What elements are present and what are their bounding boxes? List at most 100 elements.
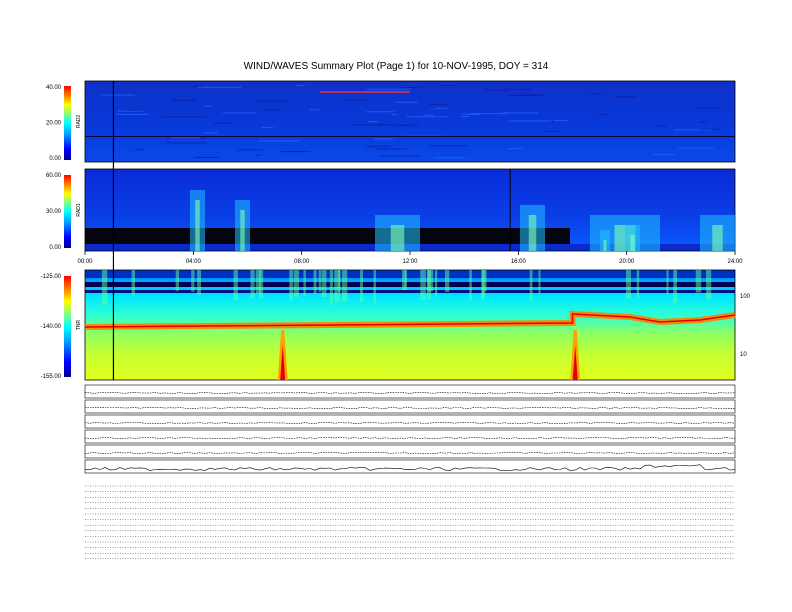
tnr-streak [481,270,486,297]
tnr-streak [175,270,179,291]
panel-name: TNR [76,319,82,330]
rad2-texture [172,99,197,101]
rad2-texture [696,107,720,109]
rad2-texture [616,96,637,98]
summary-plot: 00:00 04:00 08:00 12:00 16:00 20:00 24:00 40.00… [41,80,751,559]
y-tick-label: 0.00 [49,245,61,251]
timeseries-strip [84,444,736,459]
rad2-texture [126,109,142,111]
timeseries-strip [84,414,736,429]
tnr-streak [101,270,108,305]
rad2-texture [204,105,212,107]
tnr-streak [334,270,340,302]
y-tick-label: -125.00 [41,274,62,280]
tnr-streak [255,270,261,294]
tnr-streak [373,270,376,304]
rad2-texture [192,85,203,87]
rad2-texture [652,154,674,156]
rad1-emission-core [712,225,723,251]
rad2-texture [390,114,398,116]
rad2-texture [100,94,135,96]
timeseries-trace [84,421,736,425]
tnr-streak [131,270,136,296]
rad2-texture [365,145,390,147]
rad2-texture [115,113,149,115]
rad2-texture [700,128,720,130]
timeseries-trace [84,406,736,410]
rad2-texture [310,109,320,111]
rad2-colorbar [64,86,71,160]
tnr-streak [318,270,321,293]
rad1-emission-core [240,210,245,251]
tnr-streak [427,270,434,292]
x-tick-label: 16:00 [511,259,527,265]
rad2-texture [296,85,306,87]
rad2-texture [435,107,448,109]
rad2-streak [320,91,410,93]
rad2-texture [378,155,420,157]
rad2-texture [590,93,604,95]
x-tick-label: 04:00 [186,259,202,265]
tnr-streak [360,270,363,302]
panel-name: RAD2 [76,115,82,129]
rad2-texture [162,116,207,118]
rad2-texture [433,157,466,159]
tnr-streak [402,270,406,291]
rad2-texture [395,101,418,103]
rad2-texture [428,145,469,147]
tnr-streak [538,270,541,294]
rad2-texture [506,94,540,96]
tnr-streak [444,270,450,292]
rad2-texture [376,124,419,126]
timeseries-strip [84,384,736,399]
x-tick-label: 08:00 [294,259,310,265]
rad2-texture [657,125,667,127]
timeseries-trace [84,391,736,395]
right-tick-label: 100 [740,294,751,300]
rad2-texture [202,132,219,134]
rad2-texture [261,109,281,111]
tnr-streak [625,270,631,299]
rad2-texture [222,112,257,114]
rad2-texture [118,110,143,112]
timeseries-trace [84,464,736,471]
timeseries-strip [84,399,736,414]
right-tick-label: 10 [740,352,747,358]
y-tick-label: -140.00 [41,324,62,330]
rad1-emission-core [603,240,607,251]
rad2-texture [543,130,561,132]
tnr-streak [469,270,472,301]
rad1-colorbar [64,175,71,248]
rad2-texture [134,149,144,151]
tnr-streak [313,270,317,294]
rad2-texture [428,103,449,105]
tnr-streak [636,270,640,298]
rad2-texture [197,86,242,88]
rad2-texture [373,138,394,140]
tnr-streak [329,270,333,305]
rad1-emission-core [195,200,200,251]
rad2-texture [165,142,207,144]
tnr-streak [673,270,678,303]
rad2-texture [261,126,274,128]
tnr-streak [303,270,306,297]
tnr-streak [289,270,293,301]
x-tick-label: 24:00 [727,259,743,265]
rad2-texture [401,86,419,88]
rad2-texture [505,88,532,90]
rad2-texture [366,88,412,90]
rad1-emission-core [630,235,635,251]
rad2-texture [439,84,459,86]
rad2-texture [598,113,609,115]
rad2-texture [406,116,448,118]
rad2-texture [237,149,263,151]
rad2-texture [459,116,470,118]
rad2-texture [366,111,394,113]
tnr-streak [250,270,255,299]
x-tick-label: 20:00 [619,259,635,265]
rad2-texture [423,114,434,116]
y-tick-label: -155.00 [41,374,62,380]
y-tick-label: 60.00 [46,173,62,179]
timeseries-trace [84,436,736,440]
tnr-streak [529,270,533,301]
